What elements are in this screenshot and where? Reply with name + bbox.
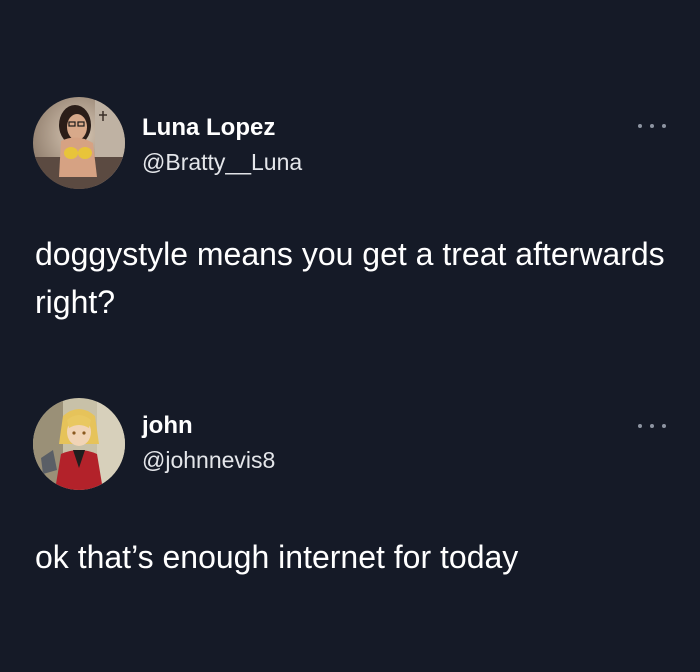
avatar-photo-icon [33, 97, 125, 189]
dot [662, 124, 666, 128]
dot [638, 124, 642, 128]
user-handle[interactable]: @johnnevis8 [142, 445, 275, 475]
display-name[interactable]: john [142, 411, 275, 441]
more-options-icon[interactable] [638, 120, 666, 132]
tweet-card: Luna Lopez @Bratty__Luna doggystyle mean… [0, 0, 700, 360]
reply-tweet-card: john @johnnevis8 ok that’s enough intern… [0, 370, 700, 672]
user-avatar[interactable] [33, 97, 125, 189]
dot [662, 424, 666, 428]
tweet-text: doggystyle means you get a treat afterwa… [35, 236, 665, 320]
user-info[interactable]: Luna Lopez @Bratty__Luna [142, 113, 302, 177]
user-info[interactable]: john @johnnevis8 [142, 411, 275, 475]
dot [650, 124, 654, 128]
user-handle[interactable]: @Bratty__Luna [142, 147, 302, 177]
dot [638, 424, 642, 428]
dot [650, 424, 654, 428]
display-name[interactable]: Luna Lopez [142, 113, 302, 143]
tweet-text: ok that’s enough internet for today [35, 539, 519, 575]
anime-avatar-icon [33, 398, 125, 490]
more-options-icon[interactable] [638, 420, 666, 432]
user-avatar[interactable] [33, 398, 125, 490]
